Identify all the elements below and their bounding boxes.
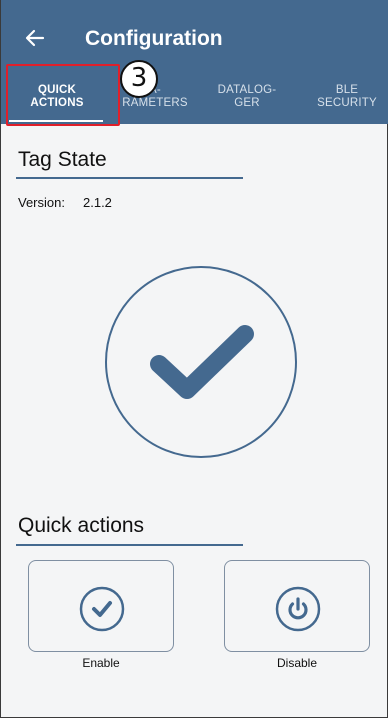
quick-actions-divider (16, 544, 243, 546)
tab-parameters[interactable]: A- RAMETERS (107, 84, 203, 122)
check-icon (150, 325, 254, 399)
tab-datalogger[interactable]: DATALOG- GER (205, 84, 289, 122)
disable-button[interactable] (224, 560, 370, 652)
tab-ble-security[interactable]: BLE SECURITY (305, 84, 388, 122)
quick-actions-title: Quick actions (18, 514, 145, 537)
version-value: 2.1.2 (83, 195, 112, 210)
version-label: Version: (18, 195, 65, 210)
enable-label: Enable (82, 656, 120, 670)
tag-state-title: Tag State (18, 148, 107, 171)
disable-label: Disable (276, 656, 318, 670)
tag-state-divider (16, 177, 243, 179)
back-arrow-icon[interactable] (23, 26, 47, 50)
app-screen: Configuration QUICK ACTIONS A- RAMETERS … (0, 0, 388, 718)
highlight-box (6, 64, 120, 126)
page-title: Configuration (85, 27, 223, 50)
enable-button[interactable] (28, 560, 174, 652)
step-badge: 3 (120, 60, 158, 98)
check-circle-icon (79, 586, 125, 632)
power-icon (275, 586, 321, 632)
